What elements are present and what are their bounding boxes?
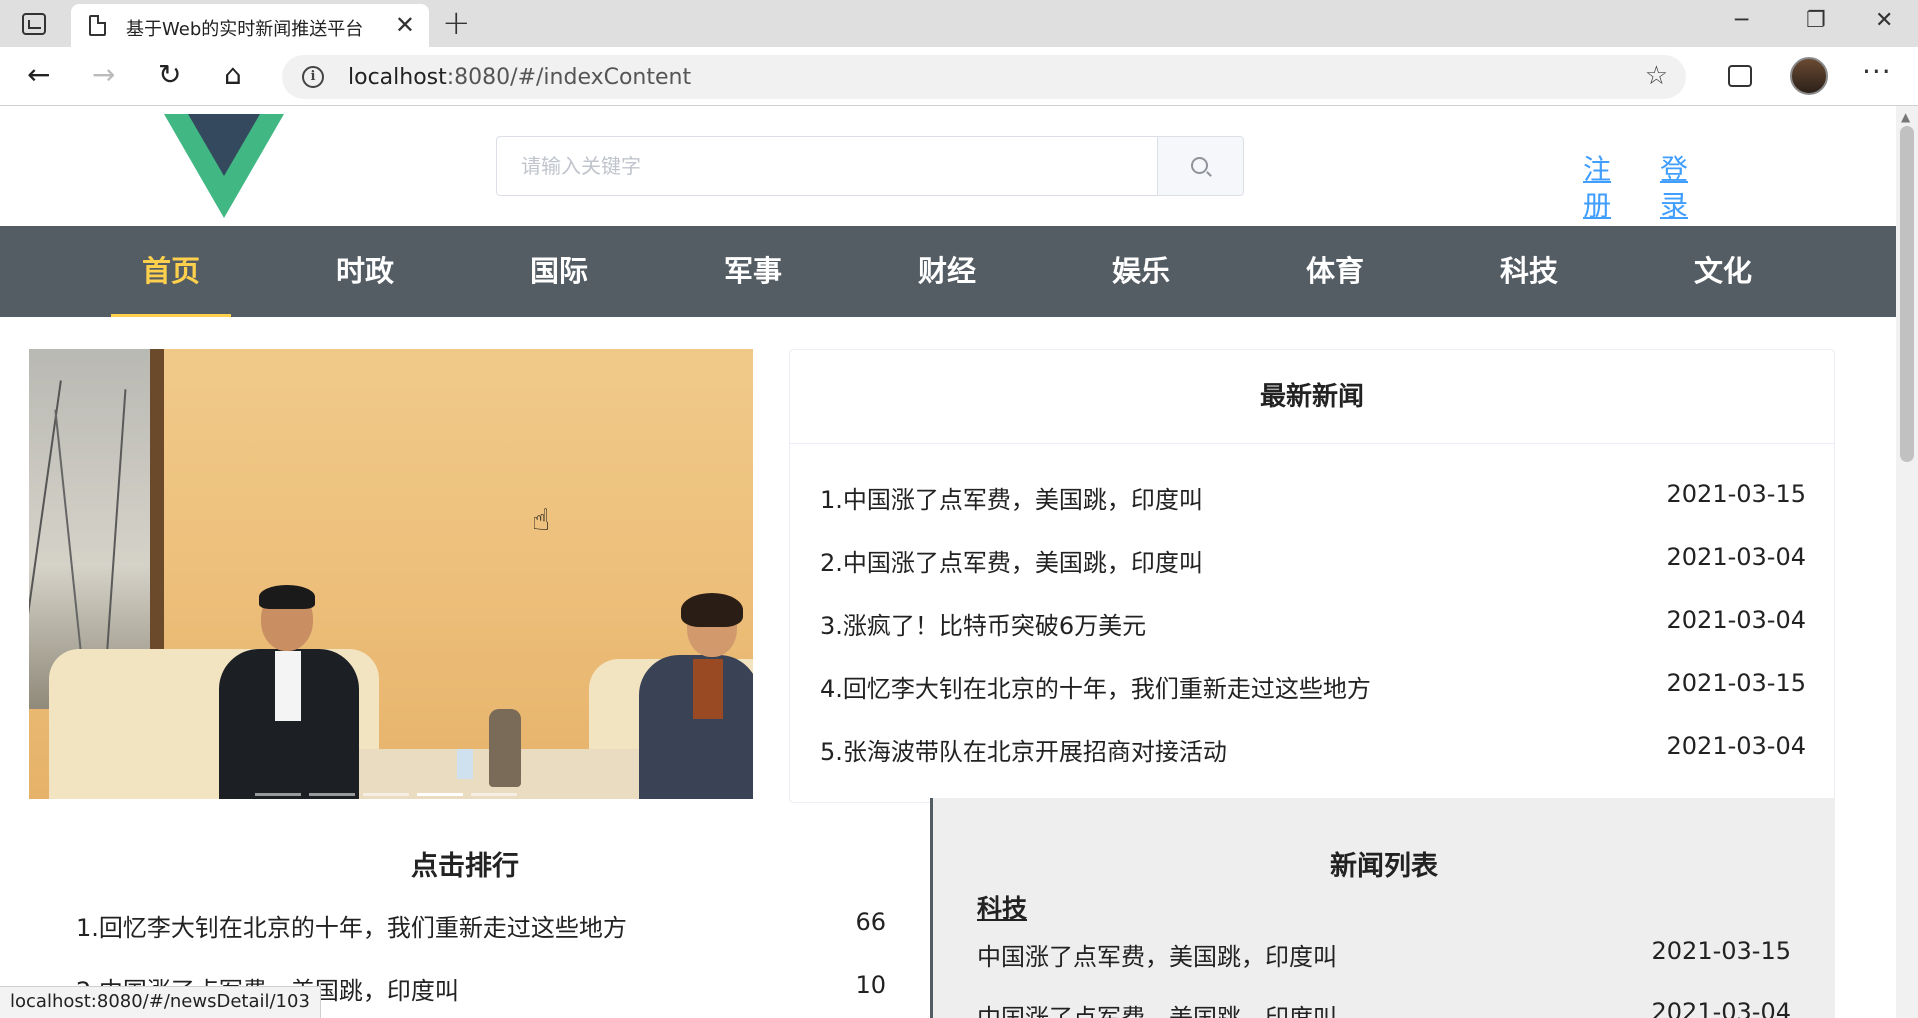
restore-icon[interactable]: ❐ (1806, 8, 1826, 34)
site-info-icon[interactable]: i (302, 66, 324, 88)
new-tab-icon[interactable]: + (442, 6, 471, 40)
page-scrollbar[interactable]: ▲ (1896, 106, 1918, 1018)
carousel-photo-person (219, 585, 359, 799)
carousel-indicator[interactable] (471, 793, 517, 796)
latest-news-card: 最新新闻 1.中国涨了点军费，美国跳，印度叫 2021-03-15 2.中国涨了… (789, 349, 1835, 803)
section-divider (930, 798, 933, 1018)
page-icon (89, 15, 106, 36)
news-date: 2021-03-15 (1666, 480, 1806, 508)
search-box (496, 136, 1244, 196)
latest-news-item[interactable]: 3.涨疯了！比特币突破6万美元 2021-03-04 (820, 606, 1806, 646)
status-bar-url: localhost:8080/#/newsDetail/103 (0, 986, 321, 1018)
ranking-item-count: 66 (855, 908, 886, 936)
news-carousel[interactable] (29, 349, 753, 799)
news-list-category[interactable]: 科技 (977, 889, 1027, 925)
ranking-item-count: 10 (855, 971, 886, 999)
minimize-icon[interactable]: ─ (1735, 8, 1748, 34)
nav-item-culture[interactable]: 文化 (1663, 226, 1783, 317)
main-nav: 首页 时政 国际 军事 财经 娱乐 体育 科技 文化 (0, 226, 1896, 317)
carousel-photo-cup (457, 749, 473, 779)
carousel-photo-person (639, 593, 753, 799)
browser-toolbar: ← → ↻ ⌂ i localhost:8080/#/indexContent … (0, 47, 1918, 106)
news-title[interactable]: 4.回忆李大钊在北京的十年，我们重新走过这些地方 (820, 669, 1371, 704)
nav-item-home[interactable]: 首页 (111, 226, 231, 317)
address-bar[interactable]: i localhost:8080/#/indexContent ☆ (282, 55, 1686, 99)
profile-avatar[interactable] (1790, 57, 1828, 95)
news-list-item-title[interactable]: 中国涨了点军费，美国跳，印度叫 (977, 998, 1337, 1018)
window-close-icon[interactable]: ✕ (1875, 8, 1893, 34)
url-path: :8080/#/indexContent (446, 65, 692, 90)
browser-tab-strip: 基于Web的实时新闻推送平台 ✕ + ─ ❐ ✕ (0, 0, 1918, 47)
vue-logo[interactable] (164, 114, 284, 224)
scroll-thumb[interactable] (1900, 126, 1914, 462)
news-list-item-title[interactable]: 中国涨了点军费，美国跳，印度叫 (977, 937, 1337, 972)
latest-news-title: 最新新闻 (790, 350, 1834, 444)
news-list-item-date: 2021-03-15 (1651, 937, 1791, 965)
home-icon[interactable]: ⌂ (224, 57, 242, 93)
nav-item-military[interactable]: 军事 (693, 226, 813, 317)
forward-icon[interactable]: → (92, 57, 115, 93)
carousel-indicator[interactable] (363, 793, 409, 796)
add-favorite-icon[interactable]: ☆ (1645, 61, 1668, 91)
latest-news-item[interactable]: 5.张海波带队在北京开展招商对接活动 2021-03-04 (820, 732, 1806, 772)
search-icon (1191, 157, 1208, 174)
ranking-item-title[interactable]: 1.回忆李大钊在北京的十年，我们重新走过这些地方 (76, 908, 627, 943)
search-input[interactable] (497, 137, 1157, 195)
news-title[interactable]: 1.中国涨了点军费，美国跳，印度叫 (820, 480, 1203, 515)
carousel-indicator[interactable] (255, 793, 301, 796)
nav-item-international[interactable]: 国际 (499, 226, 619, 317)
nav-item-politics[interactable]: 时政 (305, 226, 425, 317)
back-icon[interactable]: ← (27, 57, 50, 93)
tab-title: 基于Web的实时新闻推送平台 (126, 19, 364, 40)
news-list-item-date: 2021-03-04 (1651, 998, 1791, 1018)
tab-close-icon[interactable]: ✕ (395, 12, 415, 38)
nav-item-sports[interactable]: 体育 (1275, 226, 1395, 317)
more-menu-icon[interactable]: ··· (1862, 55, 1892, 88)
login-link[interactable]: 登录 (1659, 152, 1689, 224)
browser-tab[interactable]: 基于Web的实时新闻推送平台 ✕ (71, 4, 429, 47)
carousel-indicator[interactable] (309, 793, 355, 796)
tab-actions-icon[interactable] (22, 13, 46, 35)
news-list-panel (933, 798, 1835, 1018)
news-title[interactable]: 5.张海波带队在北京开展招商对接活动 (820, 732, 1227, 767)
nav-item-entertainment[interactable]: 娱乐 (1081, 226, 1201, 317)
news-date: 2021-03-04 (1666, 732, 1806, 760)
search-button[interactable] (1157, 137, 1243, 195)
latest-news-item[interactable]: 1.中国涨了点军费，美国跳，印度叫 2021-03-15 (820, 480, 1806, 520)
hand-cursor-icon: ☝ (532, 503, 551, 538)
carousel-photo-flask (489, 709, 521, 787)
collections-icon[interactable] (1728, 65, 1752, 87)
page-viewport: 注册 登录 首页 时政 国际 军事 财经 娱乐 体育 科技 文化 最新新闻 (0, 106, 1896, 1018)
news-date: 2021-03-04 (1666, 606, 1806, 634)
reload-icon[interactable]: ↻ (158, 57, 181, 93)
url-text[interactable]: localhost:8080/#/indexContent (348, 65, 691, 90)
scroll-up-icon[interactable]: ▲ (1901, 110, 1910, 124)
news-date: 2021-03-04 (1666, 543, 1806, 571)
nav-item-finance[interactable]: 财经 (887, 226, 1007, 317)
news-title[interactable]: 2.中国涨了点军费，美国跳，印度叫 (820, 543, 1203, 578)
url-host: localhost (348, 65, 447, 90)
news-date: 2021-03-15 (1666, 669, 1806, 697)
latest-news-item[interactable]: 2.中国涨了点军费，美国跳，印度叫 2021-03-04 (820, 543, 1806, 583)
carousel-indicator-active[interactable] (417, 793, 463, 796)
news-list-title: 新闻列表 (1330, 851, 1438, 882)
news-title[interactable]: 3.涨疯了！比特币突破6万美元 (820, 606, 1146, 641)
ranking-title: 点击排行 (411, 851, 519, 882)
register-link[interactable]: 注册 (1582, 152, 1612, 224)
carousel-indicators (255, 781, 525, 799)
nav-item-technology[interactable]: 科技 (1469, 226, 1589, 317)
latest-news-item[interactable]: 4.回忆李大钊在北京的十年，我们重新走过这些地方 2021-03-15 (820, 669, 1806, 709)
